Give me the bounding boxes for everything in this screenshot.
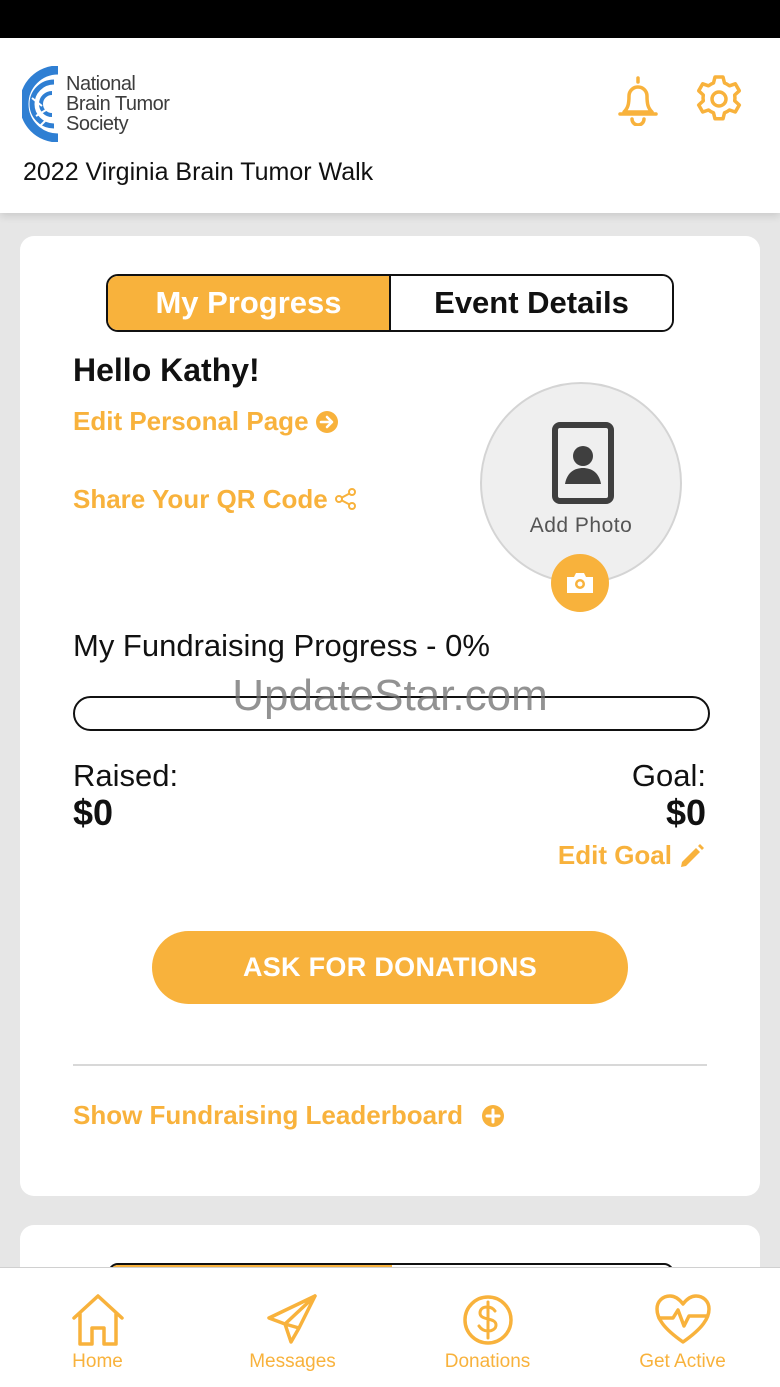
share-qr-code-link[interactable]: Share Your QR Code xyxy=(73,484,358,515)
dollar-circle-icon xyxy=(462,1295,513,1345)
progress-card: My Progress Event Details Hello Kathy! E… xyxy=(20,236,760,1196)
logo-line-1: National xyxy=(66,73,136,95)
app-header: National Brain Tumor Society 2022 Virgin… xyxy=(0,38,780,213)
pencil-icon xyxy=(681,843,704,867)
logo-line-3: Society xyxy=(66,113,129,135)
nav-donations[interactable]: Donations xyxy=(390,1268,585,1387)
bell-icon[interactable] xyxy=(614,74,662,126)
tab-my-progress[interactable]: My Progress xyxy=(108,276,391,330)
contact-card-icon xyxy=(552,422,614,504)
nbts-logo: National Brain Tumor Society xyxy=(19,65,182,143)
heart-pulse-icon xyxy=(654,1294,711,1344)
goal-value: $0 xyxy=(665,792,706,833)
greeting: Hello Kathy! xyxy=(73,352,260,388)
arrow-circle-right-icon xyxy=(315,410,338,433)
goal-label: Goal: xyxy=(631,758,706,793)
raised-label: Raised: xyxy=(73,758,179,793)
nav-home-label: Home xyxy=(72,1351,123,1372)
nav-donations-label: Donations xyxy=(444,1351,531,1372)
home-icon xyxy=(71,1294,124,1346)
status-bar xyxy=(0,0,780,38)
event-title: 2022 Virginia Brain Tumor Walk xyxy=(23,158,374,186)
show-leaderboard-label: Show Fundraising Leaderboard xyxy=(73,1100,464,1130)
divider xyxy=(73,1064,707,1066)
nav-home[interactable]: Home xyxy=(0,1268,195,1387)
nav-get-active[interactable]: Get Active xyxy=(585,1268,780,1387)
fundraising-progress-bar xyxy=(73,696,710,731)
gear-icon[interactable] xyxy=(694,74,744,124)
fundraising-progress-title: My Fundraising Progress - 0% xyxy=(73,628,490,663)
edit-goal-label: Edit Goal xyxy=(557,840,672,870)
edit-personal-page-label: Edit Personal Page xyxy=(73,406,309,436)
logo-text: National Brain Tumor Society xyxy=(66,73,170,135)
tab-event-details[interactable]: Event Details xyxy=(391,276,672,330)
add-photo-label: Add Photo xyxy=(529,514,633,537)
logo-line-2: Brain Tumor xyxy=(66,93,170,115)
edit-personal-page-link[interactable]: Edit Personal Page xyxy=(73,406,339,437)
show-leaderboard-link[interactable]: Show Fundraising Leaderboard xyxy=(73,1100,505,1131)
nav-get-active-label: Get Active xyxy=(639,1351,726,1372)
bottom-nav: Home Messages Donations Get Active xyxy=(0,1267,780,1387)
share-icon xyxy=(334,487,356,510)
plus-circle-icon xyxy=(482,1104,505,1127)
ask-for-donations-button[interactable]: ASK FOR DONATIONS xyxy=(152,931,628,1004)
share-qr-code-label: Share Your QR Code xyxy=(73,484,328,514)
paper-plane-icon xyxy=(266,1294,317,1344)
nav-messages[interactable]: Messages xyxy=(195,1268,390,1387)
edit-goal-link[interactable]: Edit Goal xyxy=(558,840,706,871)
nav-messages-label: Messages xyxy=(249,1351,336,1372)
logo-mark-icon xyxy=(19,65,59,143)
tab-bar: My Progress Event Details xyxy=(106,274,674,332)
camera-button[interactable] xyxy=(551,554,609,612)
raised-value: $0 xyxy=(73,792,114,833)
camera-icon xyxy=(567,573,593,593)
